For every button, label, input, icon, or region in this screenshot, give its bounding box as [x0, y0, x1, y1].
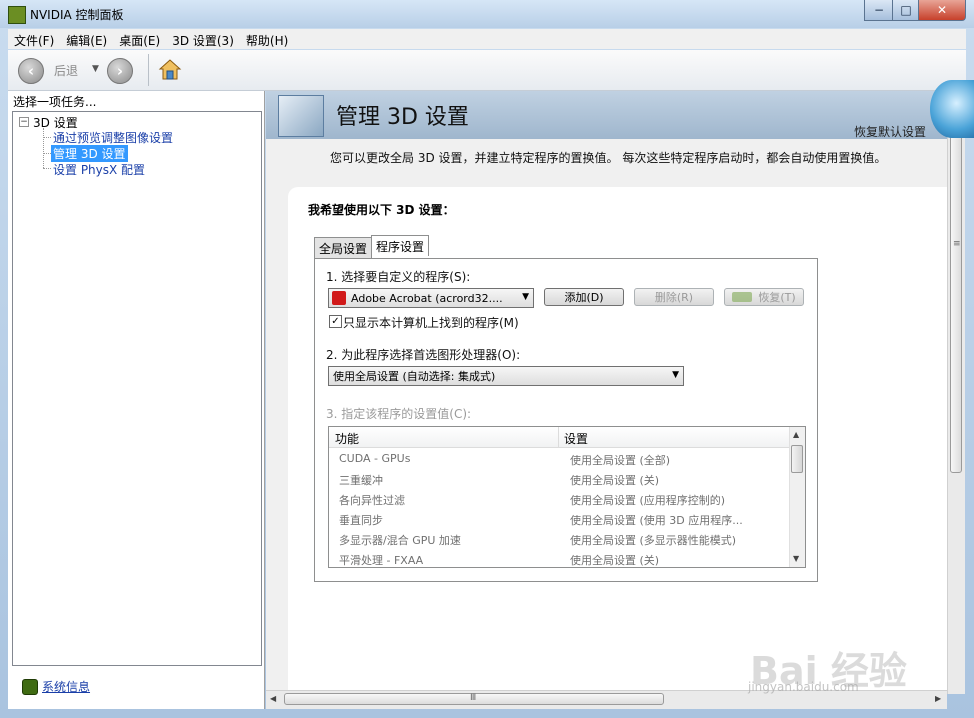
title-bar[interactable]: NVIDIA 控制面板 − □ ✕	[0, 0, 974, 28]
feature-cell: 多显示器/混合 GPU 加速	[339, 534, 461, 547]
scroll-right-icon[interactable]: ▶	[935, 694, 941, 703]
system-info-icon	[22, 678, 38, 695]
show-only-checkbox[interactable]: ✓	[329, 315, 342, 328]
system-info-link[interactable]: 系统信息	[22, 678, 90, 695]
menu-edit[interactable]: 编辑(E)	[60, 29, 113, 49]
remove-program-button[interactable]: 删除(R)	[634, 288, 714, 306]
grid-header-divider	[558, 427, 559, 447]
grid-header: 功能 设置	[329, 427, 789, 448]
page-title: 管理 3D 设置	[336, 105, 469, 130]
feature-cell: CUDA - GPUs	[339, 452, 411, 465]
menu-3d-settings[interactable]: 3D 设置(3)	[166, 29, 240, 49]
tree-line	[43, 128, 44, 168]
menu-help[interactable]: 帮助(H)	[240, 29, 294, 49]
nvidia-app-icon	[8, 6, 26, 24]
table-row[interactable]: 平滑处理 - FXAA 使用全局设置 (关)	[329, 549, 789, 567]
task-pane-header: 选择一项任务...	[13, 95, 97, 109]
chevron-down-icon: ▼	[672, 370, 679, 380]
gpu-select-value: 使用全局设置 (自动选择: 集成式)	[333, 370, 496, 383]
scroll-up-icon[interactable]: ▲	[793, 430, 799, 439]
program-select-value: Adobe Acrobat (acrord32....	[351, 291, 503, 305]
settings-heading: 我希望使用以下 3D 设置：	[308, 203, 455, 217]
task-tree: − 3D 设置 通过预览调整图像设置 管理 3D 设置 设置 PhysX 配置	[12, 111, 262, 666]
grid-header-feature[interactable]: 功能	[335, 430, 359, 447]
collapse-toggle-icon[interactable]: −	[19, 117, 29, 127]
settings-grid: 功能 设置 CUDA - GPUs 使用全局设置 (全部) 三重缓冲 使用全局设…	[328, 426, 806, 568]
feature-cell: 平滑处理 - FXAA	[339, 554, 424, 567]
feature-cell: 垂直同步	[339, 514, 383, 527]
close-button[interactable]: ✕	[918, 0, 966, 21]
setting-cell: 使用全局设置 (多显示器性能模式)	[570, 534, 737, 547]
tree-item-physx[interactable]: 设置 PhysX 配置	[53, 161, 145, 178]
toolbar: ‹ 后退 ▼ ›	[8, 50, 966, 91]
minimize-button[interactable]: −	[864, 0, 894, 21]
grid-scrollbar[interactable]: ▲ ▼	[789, 427, 805, 567]
add-program-button[interactable]: 添加(D)	[544, 288, 624, 306]
restore-program-button[interactable]: 恢复(T)	[724, 288, 804, 306]
chevron-down-icon: ▼	[522, 292, 529, 302]
setting-cell: 使用全局设置 (关)	[570, 474, 660, 487]
back-history-dropdown-icon[interactable]: ▼	[92, 64, 99, 74]
tree-line	[43, 168, 51, 169]
settings-card: 我希望使用以下 3D 设置： 全局设置 程序设置 1. 选择要自定义的程序(S)…	[288, 187, 947, 694]
content-vertical-scroll-thumb[interactable]	[950, 97, 962, 473]
maximize-button[interactable]: □	[892, 0, 920, 21]
tree-line	[43, 137, 51, 138]
toolbar-divider	[148, 54, 149, 86]
acrobat-icon	[332, 291, 346, 305]
home-icon[interactable]	[158, 58, 182, 82]
content-pane: 管理 3D 设置 恢复默认设置 您可以更改全局 3D 设置，并建立特定程序的置换…	[266, 91, 947, 694]
setting-cell: 使用全局设置 (关)	[570, 554, 660, 567]
program-settings-panel: 1. 选择要自定义的程序(S): Adobe Acrobat (acrord32…	[314, 258, 818, 582]
grid-header-setting[interactable]: 设置	[564, 430, 588, 447]
restore-program-label: 恢复(T)	[758, 291, 796, 304]
tab-global-settings[interactable]: 全局设置	[314, 237, 373, 258]
nvidia-logo-icon	[930, 80, 974, 138]
content-vertical-scrollbar[interactable]: ≡	[947, 91, 965, 694]
tree-item-image-preview[interactable]: 通过预览调整图像设置	[53, 129, 173, 146]
program-select[interactable]: Adobe Acrobat (acrord32.... ▼	[328, 288, 534, 308]
gpu-select[interactable]: 使用全局设置 (自动选择: 集成式) ▼	[328, 366, 684, 386]
scroll-down-icon[interactable]: ▼	[793, 554, 799, 563]
step2-label: 2. 为此程序选择首选图形处理器(O):	[326, 348, 521, 362]
table-row[interactable]: 垂直同步 使用全局设置 (使用 3D 应用程序...	[329, 509, 789, 529]
watermark-url: jingyan.baidu.com	[748, 680, 859, 694]
menu-bar: 文件(F) 编辑(E) 桌面(E) 3D 设置(3) 帮助(H)	[8, 29, 966, 49]
grid-scroll-thumb[interactable]	[791, 445, 803, 473]
setting-cell: 使用全局设置 (使用 3D 应用程序...	[570, 514, 743, 527]
setting-cell: 使用全局设置 (全部)	[570, 454, 671, 467]
tab-program-settings[interactable]: 程序设置	[371, 235, 430, 256]
scroll-left-icon[interactable]: ◀	[270, 694, 276, 703]
table-row[interactable]: 三重缓冲 使用全局设置 (关)	[329, 469, 789, 489]
tree-item-manage-3d[interactable]: 管理 3D 设置	[51, 145, 128, 162]
menu-desktop[interactable]: 桌面(E)	[113, 29, 166, 49]
feature-cell: 三重缓冲	[339, 474, 383, 487]
nvidia-icon	[732, 292, 753, 302]
show-only-label[interactable]: 只显示本计算机上找到的程序(M)	[343, 314, 519, 331]
tree-line	[43, 153, 51, 154]
table-row[interactable]: CUDA - GPUs 使用全局设置 (全部)	[329, 449, 789, 469]
task-pane: 选择一项任务... − 3D 设置 通过预览调整图像设置 管理 3D 设置 设置…	[8, 91, 265, 709]
app-window: NVIDIA 控制面板 − □ ✕ 文件(F) 编辑(E) 桌面(E) 3D 设…	[0, 0, 974, 718]
back-label[interactable]: 后退	[54, 62, 78, 79]
restore-defaults-link[interactable]: 恢复默认设置	[854, 123, 926, 140]
forward-arrow-icon[interactable]: ›	[107, 58, 133, 84]
setting-cell: 使用全局设置 (应用程序控制的)	[570, 494, 726, 507]
page-description: 您可以更改全局 3D 设置，并建立特定程序的置换值。 每次这些特定程序启动时，都…	[330, 151, 887, 165]
feature-cell: 各向异性过滤	[339, 494, 405, 507]
scroll-grip-icon: ≡	[953, 239, 961, 249]
menu-file[interactable]: 文件(F)	[8, 29, 60, 49]
step3-label: 3. 指定该程序的设置值(C):	[326, 407, 472, 421]
scroll-grip-icon: Ⅲ	[470, 693, 477, 703]
step1-label: 1. 选择要自定义的程序(S):	[326, 270, 471, 284]
back-arrow-icon[interactable]: ‹	[18, 58, 44, 84]
table-row[interactable]: 多显示器/混合 GPU 加速 使用全局设置 (多显示器性能模式)	[329, 529, 789, 549]
window-title: NVIDIA 控制面板	[30, 8, 124, 22]
system-info-label[interactable]: 系统信息	[42, 678, 90, 695]
table-row[interactable]: 各向异性过滤 使用全局设置 (应用程序控制的)	[329, 489, 789, 509]
3d-settings-icon	[278, 95, 324, 137]
settings-tabs: 全局设置 程序设置	[314, 235, 430, 258]
page-banner: 管理 3D 设置 恢复默认设置	[266, 91, 947, 139]
